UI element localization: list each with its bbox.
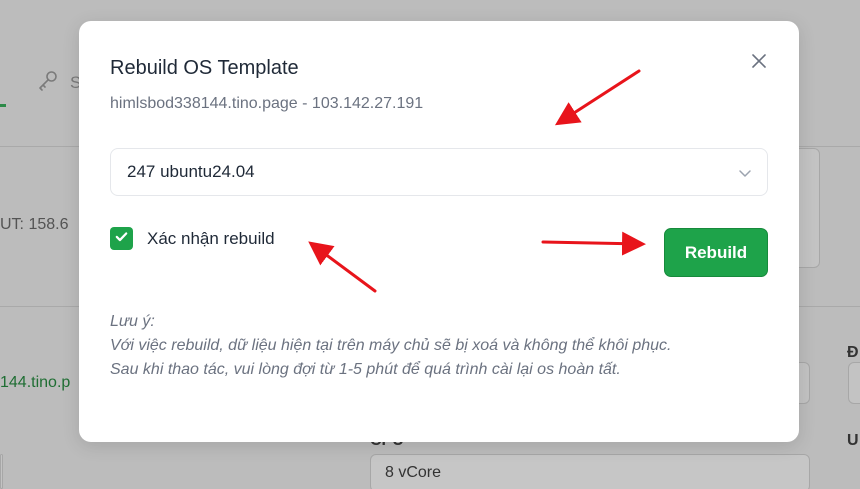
confirm-rebuild-label: Xác nhận rebuild [147,228,275,248]
background-uptime-text: UT: 158.6 [0,216,69,233]
note-line-1: Với việc rebuild, dữ liệu hiện tại trên … [110,337,672,354]
note-line-2: Sau khi thao tác, vui lòng đợi từ 1-5 ph… [110,361,621,378]
close-button[interactable] [747,51,771,75]
rebuild-os-modal: Rebuild OS Template himlsbod338144.tino.… [79,21,799,442]
os-template-selected-value: 247 ubuntu24.04 [127,162,255,181]
background-domain-link: 144.tino.p [0,374,71,391]
rebuild-note: Lưu ý: Với việc rebuild, dữ liệu hiện tạ… [110,310,671,382]
background-field-label: Đ [847,344,859,361]
background-card [848,362,860,404]
note-title: Lưu ý: [110,313,155,330]
key-icon [36,68,60,97]
background-tab: S [36,68,81,97]
checkmark-icon [114,229,129,249]
background-cpu-value: 8 vCore [385,464,442,481]
rebuild-button[interactable]: Rebuild [664,228,768,277]
close-icon [752,53,766,73]
background-card [0,454,3,489]
confirm-rebuild-row[interactable]: Xác nhận rebuild [110,227,275,250]
background-cpu-field: 8 vCore [370,454,810,489]
server-info: himlsbod338144.tino.page - 103.142.27.19… [110,95,424,112]
background-field-label: U [847,432,859,449]
background-tab-underline [0,104,6,107]
chevron-down-icon [737,165,753,181]
confirm-rebuild-checkbox[interactable] [110,227,133,250]
modal-title: Rebuild OS Template [110,57,299,79]
os-template-select[interactable]: 247 ubuntu24.04 [110,148,768,196]
